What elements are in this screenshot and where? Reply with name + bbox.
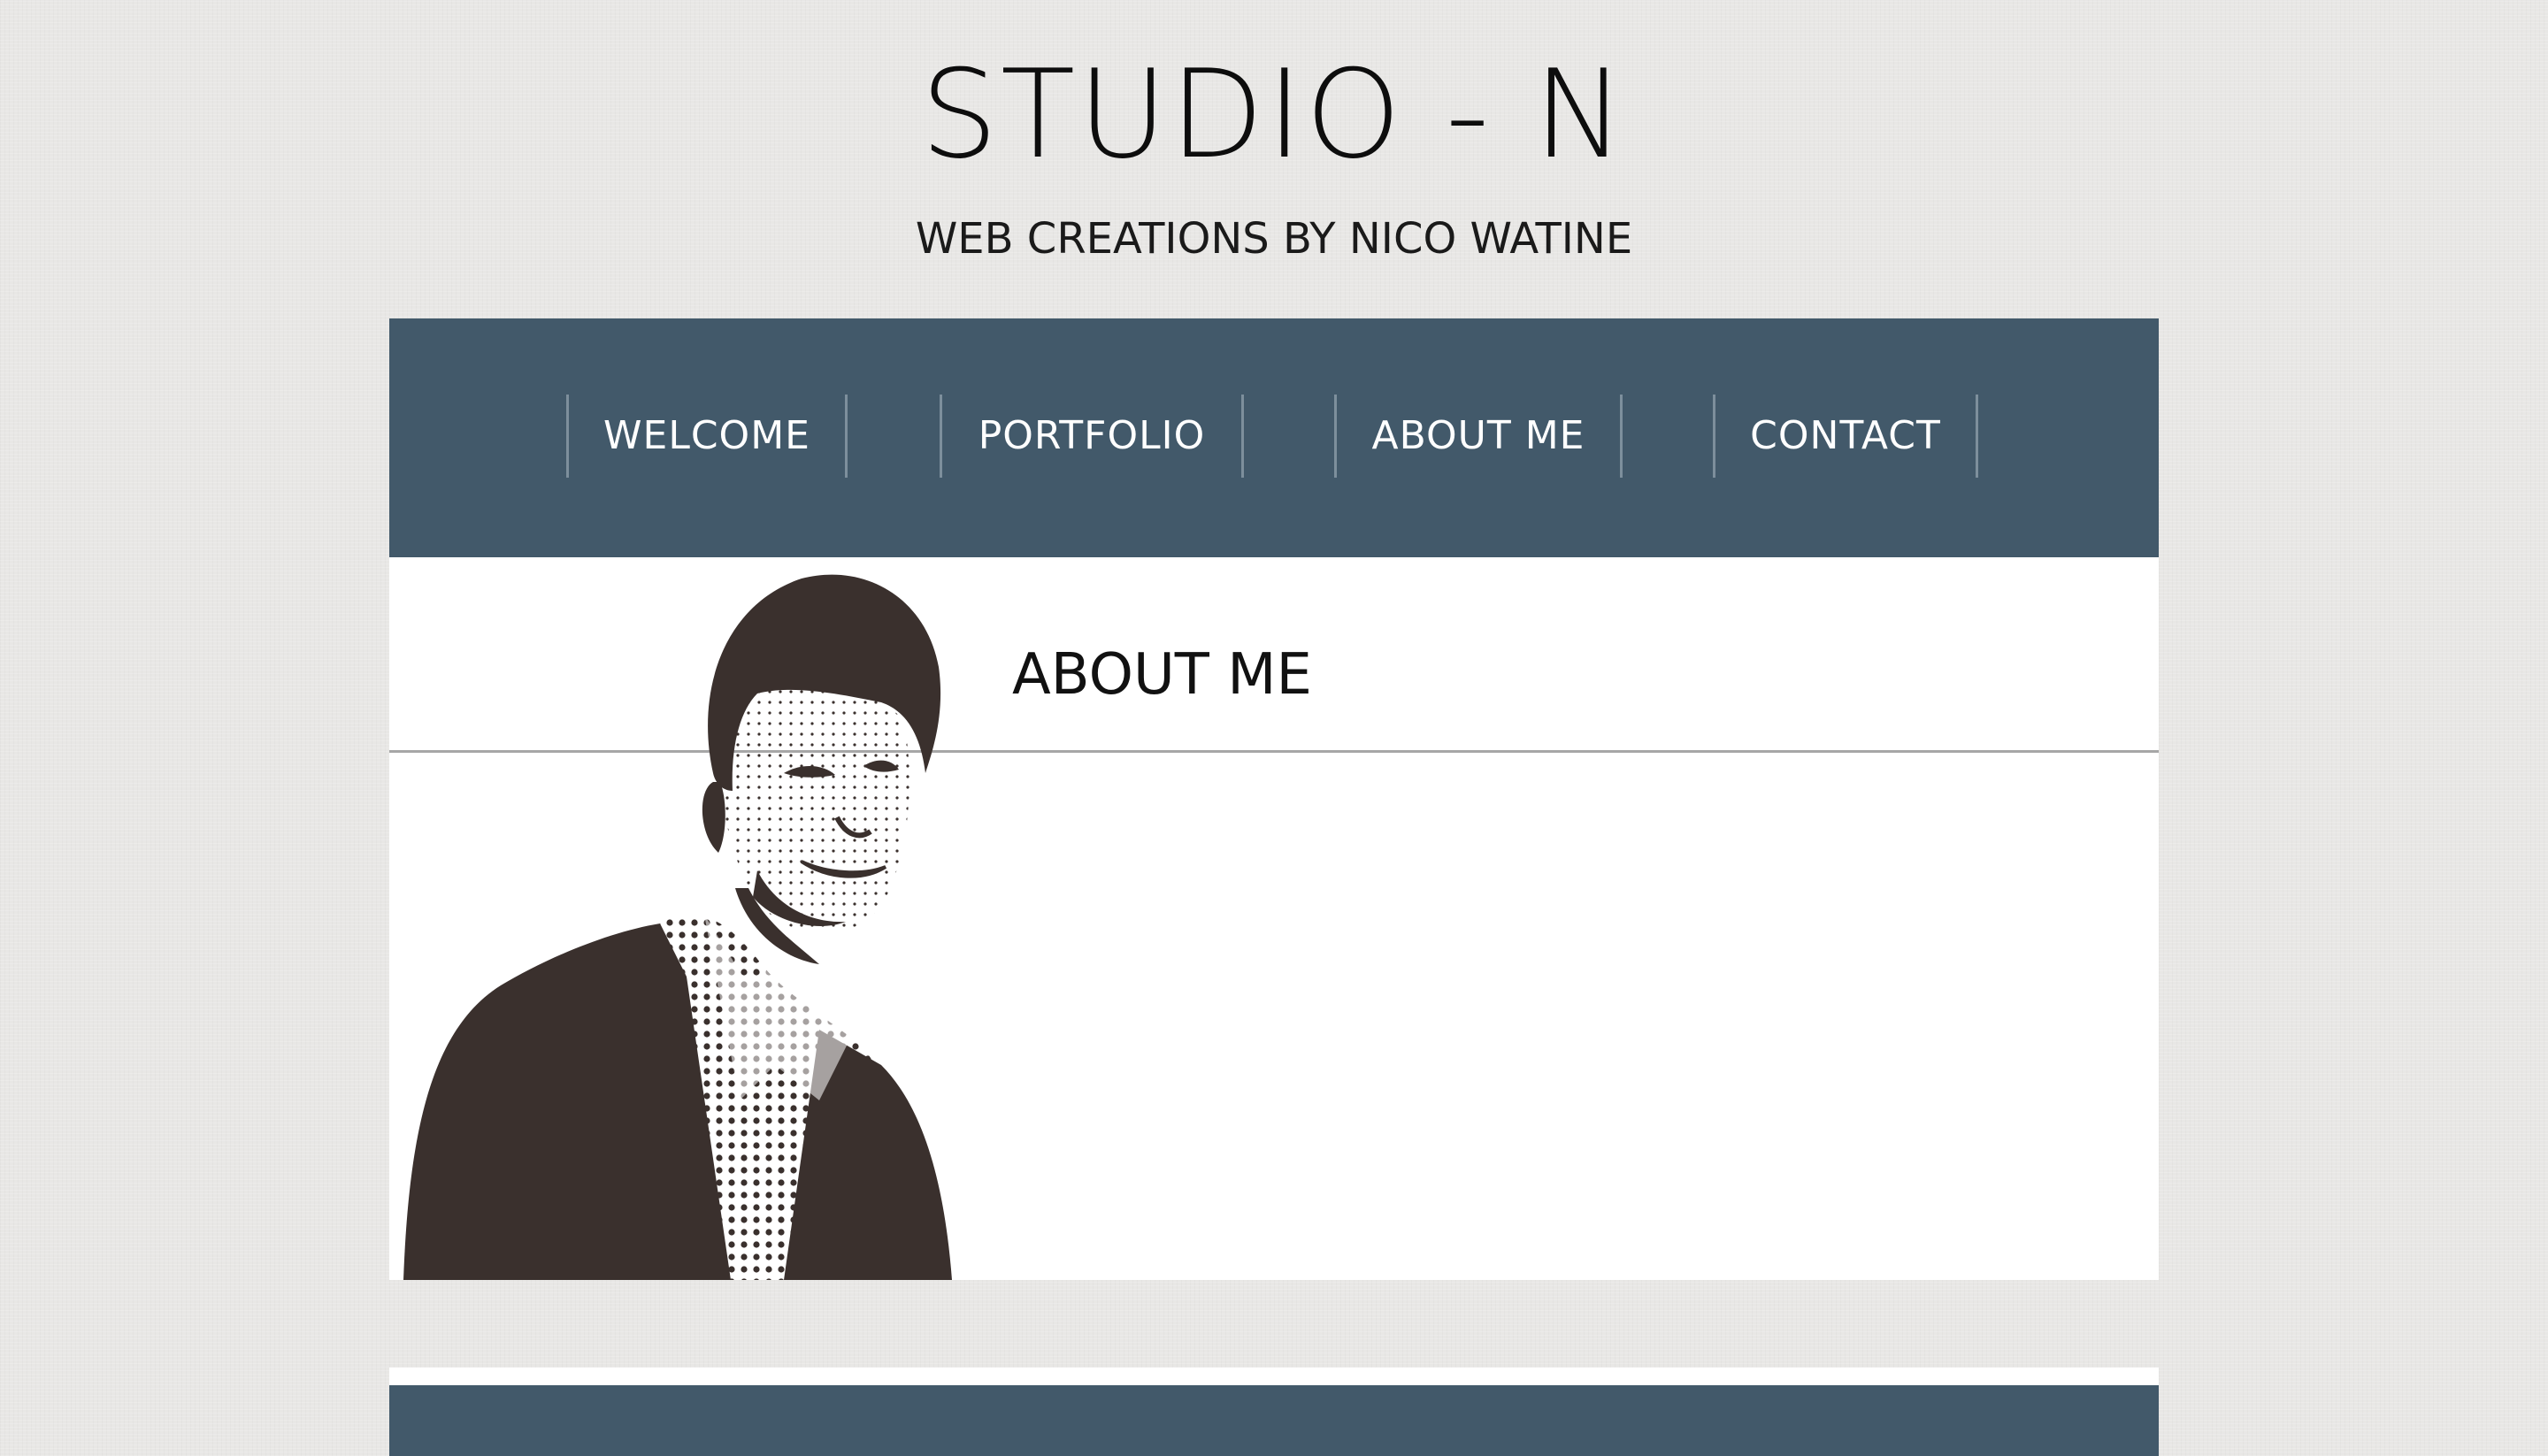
nav-item-contact[interactable]: CONTACT xyxy=(1713,395,1978,478)
main-navigation: WELCOME PORTFOLIO ABOUT ME CONTACT xyxy=(389,318,2159,557)
person-portrait-icon xyxy=(403,574,952,1280)
section-heading: ABOUT ME xyxy=(1012,642,1312,708)
site-tagline: WEB CREATIONS BY NICO WATINE xyxy=(915,214,1633,264)
footer-bar xyxy=(389,1385,2159,1456)
site-title: STUDIO - N xyxy=(920,43,1628,186)
nav-item-welcome[interactable]: WELCOME xyxy=(566,395,848,478)
nav-item-about-me[interactable]: ABOUT ME xyxy=(1334,395,1623,478)
footer-top-strip xyxy=(389,1368,2159,1385)
about-me-section: ABOUT ME xyxy=(389,557,2159,1280)
nav-item-portfolio[interactable]: PORTFOLIO xyxy=(940,395,1244,478)
